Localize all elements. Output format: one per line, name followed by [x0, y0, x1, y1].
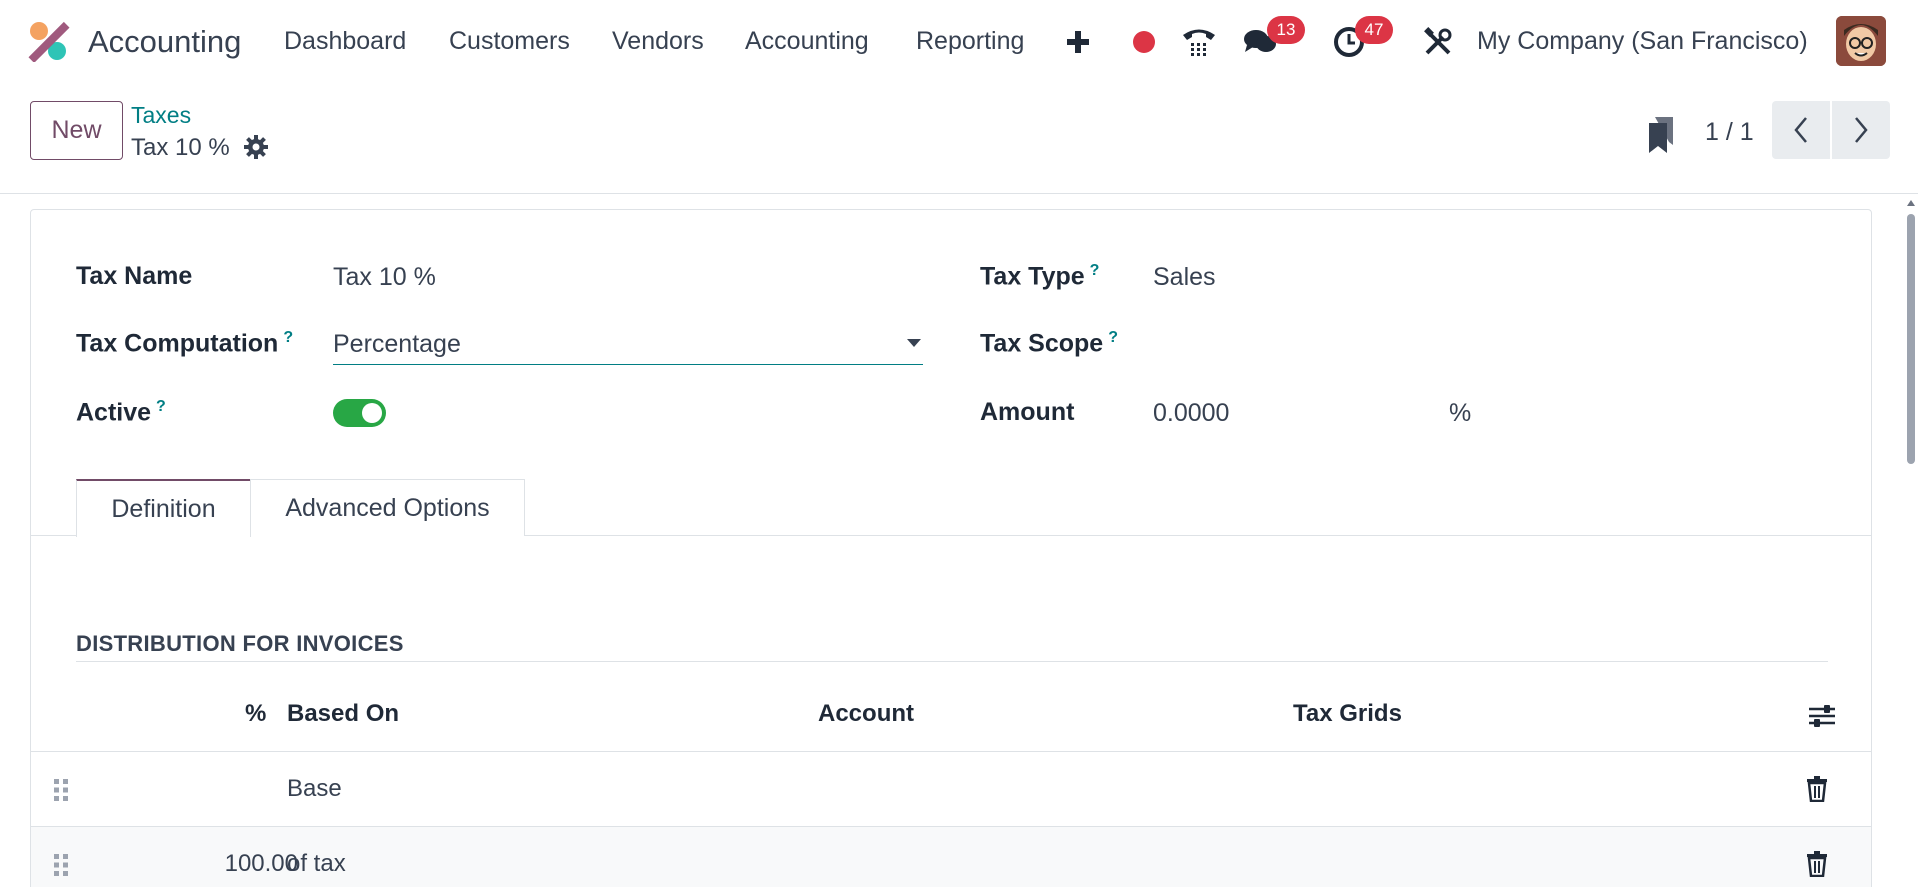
menu-customers[interactable]: Customers [449, 27, 570, 56]
menu-vendors[interactable]: Vendors [612, 27, 704, 56]
messages-count-badge: 13 [1267, 16, 1305, 44]
pager-value[interactable]: 1 / 1 [1705, 118, 1754, 147]
form-sheet: Tax Name Tax 10 % Tax Computation? Perce… [30, 209, 1872, 887]
amount-field[interactable]: 0.0000 [1153, 399, 1229, 428]
column-header-percent[interactable]: % [245, 700, 266, 728]
app-logo-icon[interactable] [28, 20, 70, 62]
tax-name-field[interactable]: Tax 10 % [333, 263, 436, 292]
tab-advanced-options[interactable]: Advanced Options [250, 479, 525, 536]
tax-scope-field[interactable] [1153, 329, 1453, 359]
user-avatar[interactable] [1836, 16, 1886, 66]
tools-icon[interactable] [1418, 22, 1458, 62]
drag-handle-icon[interactable] [53, 778, 69, 802]
menu-dashboard[interactable]: Dashboard [284, 27, 406, 56]
record-icon[interactable] [1124, 22, 1164, 62]
scrollbar-thumb[interactable] [1907, 214, 1915, 464]
help-tooltip-icon[interactable]: ? [156, 398, 166, 415]
breadcrumb-current: Tax 10 % [131, 134, 230, 161]
table-row[interactable]: Base [31, 751, 1871, 826]
tax-computation-value: Percentage [333, 330, 461, 358]
row-based-on[interactable]: of tax [287, 850, 346, 878]
drag-handle-icon[interactable] [53, 853, 69, 877]
amount-unit: % [1449, 399, 1472, 427]
active-label: Active? [76, 398, 166, 427]
bookmark-icon[interactable] [1645, 115, 1677, 155]
tax-type-field[interactable]: Sales [1153, 263, 1216, 292]
help-tooltip-icon[interactable]: ? [1090, 262, 1100, 279]
caret-down-icon [907, 339, 921, 347]
section-divider [76, 661, 1828, 662]
row-based-on[interactable]: Base [287, 775, 342, 803]
toggle-knob [362, 403, 382, 423]
breadcrumb-taxes-link[interactable]: Taxes [131, 102, 191, 129]
chevron-left-icon [1794, 117, 1807, 143]
table-row[interactable]: 100.00 of tax [31, 826, 1871, 887]
active-toggle[interactable] [333, 399, 386, 427]
tax-computation-label: Tax Computation? [76, 329, 294, 358]
help-tooltip-icon[interactable]: ? [283, 329, 293, 346]
tax-scope-label: Tax Scope? [980, 329, 1118, 358]
menu-accounting[interactable]: Accounting [745, 27, 869, 56]
column-header-based-on[interactable]: Based On [287, 700, 399, 728]
control-panel: New Taxes Tax 10 % 1 / 1 [0, 84, 1918, 194]
column-header-account[interactable]: Account [818, 700, 914, 728]
optional-columns-icon[interactable] [1808, 703, 1836, 729]
trash-icon[interactable] [1806, 851, 1828, 877]
amount-label: Amount [980, 398, 1075, 426]
tax-name-label: Tax Name [76, 262, 193, 290]
column-header-tax-grids[interactable]: Tax Grids [1293, 700, 1402, 728]
tax-computation-select[interactable]: Percentage [333, 325, 923, 365]
phone-icon[interactable] [1179, 22, 1219, 62]
chevron-right-icon [1855, 117, 1868, 143]
plus-icon[interactable] [1058, 22, 1098, 62]
page-scrollbar[interactable] [1904, 196, 1918, 887]
form-tabs: Definition Advanced Options [31, 479, 1871, 537]
tab-definition[interactable]: Definition [76, 479, 251, 537]
help-tooltip-icon[interactable]: ? [1108, 329, 1118, 346]
section-title: DISTRIBUTION FOR INVOICES [76, 631, 404, 656]
activities-count-badge: 47 [1355, 16, 1393, 44]
app-name[interactable]: Accounting [88, 24, 241, 60]
top-navbar: Accounting Dashboard Customers Vendors A… [0, 0, 1918, 84]
tax-type-label: Tax Type? [980, 262, 1100, 291]
scroll-up-arrow-icon[interactable] [1906, 198, 1916, 208]
trash-icon[interactable] [1806, 776, 1828, 802]
gear-icon[interactable] [243, 134, 269, 160]
company-switcher[interactable]: My Company (San Francisco) [1477, 27, 1808, 56]
pager-next-button[interactable] [1832, 101, 1890, 159]
pager-previous-button[interactable] [1772, 101, 1830, 159]
new-button[interactable]: New [30, 101, 123, 160]
menu-reporting[interactable]: Reporting [916, 27, 1024, 56]
